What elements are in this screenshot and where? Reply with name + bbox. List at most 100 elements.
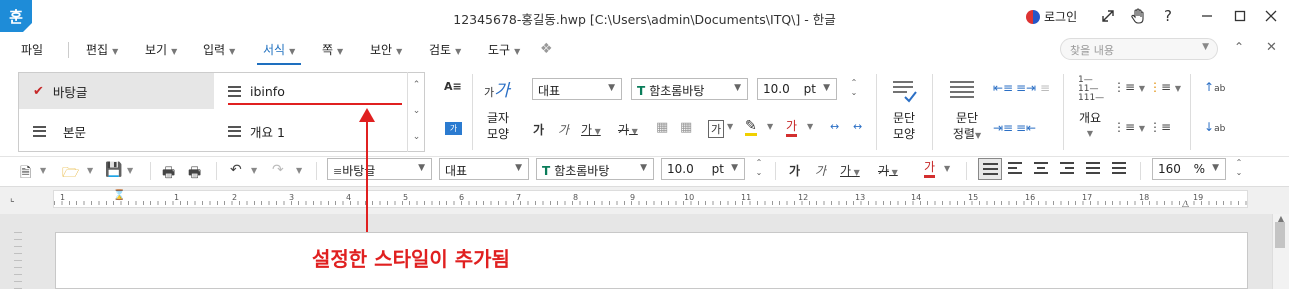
chevron-down-icon[interactable]: ▼	[944, 164, 950, 173]
save-icon[interactable]: 💾	[105, 162, 122, 178]
style-item-outline-1[interactable]: 개요 1	[228, 113, 418, 149]
font-size-input[interactable]: 10.0 pt ▼	[757, 78, 837, 100]
zoom-spinner[interactable]: ⌃ ⌄	[1232, 158, 1246, 180]
zoom-input[interactable]: 160% ▼	[1152, 158, 1226, 180]
bold-button-toolbar[interactable]: 가	[789, 162, 800, 179]
minimize-icon[interactable]	[1196, 5, 1218, 27]
hangul-app-icon[interactable]: 훈	[0, 0, 32, 32]
char-border-button[interactable]: 가	[708, 120, 725, 138]
bold-button[interactable]: 가	[533, 121, 544, 138]
menu-format[interactable]: 서식 ▼	[256, 41, 302, 65]
menu-tools[interactable]: 도구 ▼	[488, 41, 520, 58]
chevron-down-icon[interactable]: ▼	[127, 166, 133, 175]
close-icon[interactable]	[1260, 5, 1282, 27]
align-right-button[interactable]	[1060, 162, 1074, 178]
paragraph-shape-button[interactable]: 문단 모양	[889, 110, 919, 142]
indent-left-icon[interactable]: ⇤≡	[993, 81, 1013, 95]
highlight-pen-icon[interactable]: ✎	[745, 119, 757, 136]
strikethrough-button[interactable]: 가 ▼	[618, 121, 638, 138]
char-shape-button[interactable]: 글자 모양	[484, 110, 512, 142]
char-spacing-wide-icon[interactable]: ↔	[853, 120, 862, 133]
font-color-button[interactable]: 가	[786, 119, 798, 137]
scroll-down-icon[interactable]: ⌄	[408, 98, 425, 124]
font-lang-select-toolbar[interactable]: 대표 ▼	[439, 158, 529, 180]
font-size-spinner-toolbar[interactable]: ⌃ ⌄	[752, 158, 766, 180]
search-input[interactable]: 찾을 내용 ▼	[1060, 38, 1218, 60]
sort-asc-icon[interactable]: ↑ab	[1204, 80, 1225, 94]
align-center-button[interactable]	[1034, 162, 1048, 178]
style-select[interactable]: ≡바탕글 ▼	[327, 158, 432, 180]
indent-right-icon[interactable]: ≡⇥	[1016, 81, 1036, 95]
char-shape-icon[interactable]: 가가	[484, 76, 510, 101]
undo-icon[interactable]: ↶	[230, 162, 242, 178]
scrollbar-thumb[interactable]	[1275, 222, 1285, 248]
underline-button[interactable]: 가 ▼	[581, 121, 601, 138]
paragraph-shape-icon[interactable]	[891, 78, 917, 107]
paragraph-sort-button[interactable]: 문단 정렬▼	[947, 110, 987, 144]
font-size-spinner[interactable]: ⌃ ⌄	[847, 78, 861, 100]
strikethrough-button-toolbar[interactable]: 가 ▼	[878, 162, 898, 179]
hand-icon[interactable]	[1127, 5, 1149, 27]
menu-security[interactable]: 보안 ▼	[370, 41, 402, 58]
document-page[interactable]	[55, 232, 1248, 289]
open-folder-icon[interactable]: 🗁	[62, 162, 79, 186]
add-style-icon[interactable]: A≡	[444, 80, 462, 93]
new-document-icon[interactable]: 🗎	[20, 162, 31, 186]
distribute-button[interactable]	[1086, 162, 1100, 178]
italic-button[interactable]: 가	[558, 121, 569, 138]
line-spacing-icon[interactable]: ≡	[1040, 81, 1050, 95]
chevron-down-icon[interactable]: ▼	[87, 166, 93, 175]
font-name-select[interactable]: T 함초롬바탕 ▼	[631, 78, 748, 100]
chevron-down-icon[interactable]: ▼	[296, 166, 302, 175]
expand-list-icon[interactable]: ⌄	[408, 124, 425, 150]
bullet-list-icon[interactable]: ⋮≡ ▼	[1113, 80, 1145, 94]
style-item-bonmun[interactable]: 본문	[33, 113, 228, 149]
style-list-scroll[interactable]: ⌃ ⌄ ⌄	[407, 72, 425, 152]
chevron-down-icon[interactable]: ▼	[807, 122, 813, 131]
tab-stop-icon[interactable]: ⌞	[10, 193, 15, 204]
right-margin-marker-icon[interactable]: △	[1182, 199, 1189, 209]
font-color-button-toolbar[interactable]: 가	[924, 160, 936, 178]
menu-insert[interactable]: 입력 ▼	[203, 41, 235, 58]
font-size-input-toolbar[interactable]: 10.0 pt ▼	[661, 158, 745, 180]
print-icon[interactable]: 🖶	[162, 162, 175, 186]
scroll-up-icon[interactable]: ⌃	[408, 72, 425, 98]
maximize-icon[interactable]	[1229, 5, 1251, 27]
outline-numbering-icon[interactable]: 1— 11— 111—	[1078, 76, 1104, 103]
style-item-batanggeul[interactable]: ✔ 바탕글	[19, 73, 214, 109]
justify-button[interactable]	[978, 158, 1002, 180]
char-spacing-narrow-icon[interactable]: ↔	[830, 120, 839, 133]
paragraph-align-icon[interactable]	[950, 80, 974, 105]
font-lang-select[interactable]: 대표 ▼	[532, 78, 622, 100]
hanging-indent-icon[interactable]: ≡⇤	[1016, 121, 1036, 135]
redo-icon[interactable]: ↷	[272, 162, 284, 178]
chevron-down-icon[interactable]: ▼	[40, 166, 46, 175]
chevron-down-icon[interactable]: ▼	[767, 122, 773, 131]
bullet-image-icon[interactable]: ⋮≡ ▼	[1149, 80, 1181, 94]
subscript-icon[interactable]: ▦	[680, 120, 692, 135]
close-doc-icon[interactable]: ✕	[1266, 40, 1277, 55]
collapse-ribbon-icon[interactable]: ⌃	[1234, 40, 1244, 54]
indent-marker-icon[interactable]: ⌛	[113, 190, 125, 201]
italic-button-toolbar[interactable]: 가	[815, 162, 826, 179]
menu-file[interactable]: 파일	[21, 41, 43, 58]
superscript-icon[interactable]: ▦	[656, 120, 668, 135]
level-list-icon[interactable]: ⋮≡	[1149, 120, 1171, 134]
chevron-down-icon[interactable]: ▼	[251, 166, 257, 175]
align-left-button[interactable]	[1008, 162, 1022, 178]
menu-page[interactable]: 쪽 ▼	[322, 41, 343, 58]
font-name-select-toolbar[interactable]: T 함초롬바탕 ▼	[536, 158, 654, 180]
number-list-icon[interactable]: ⋮≡ ▼	[1113, 120, 1145, 134]
menu-review[interactable]: 검토 ▼	[429, 41, 461, 58]
outline-button[interactable]: 개요 ▼	[1075, 110, 1105, 142]
expand-icon[interactable]	[1097, 5, 1119, 27]
menu-view[interactable]: 보기 ▼	[145, 41, 177, 58]
outdent-icon[interactable]: ⇥≡	[993, 121, 1013, 135]
horizontal-ruler[interactable]: 1 1 2 3 4 5 6 7 8 9 10 11 12 13 14 15 16…	[53, 190, 1248, 208]
menu-edit[interactable]: 편집 ▼	[86, 41, 118, 58]
chevron-down-icon[interactable]: ▼	[727, 122, 733, 131]
help-icon[interactable]: ?	[1157, 5, 1179, 27]
divide-button[interactable]	[1112, 162, 1126, 178]
login-button[interactable]: 로그인	[1026, 8, 1077, 25]
print-preview-icon[interactable]: 🖶	[188, 162, 201, 186]
